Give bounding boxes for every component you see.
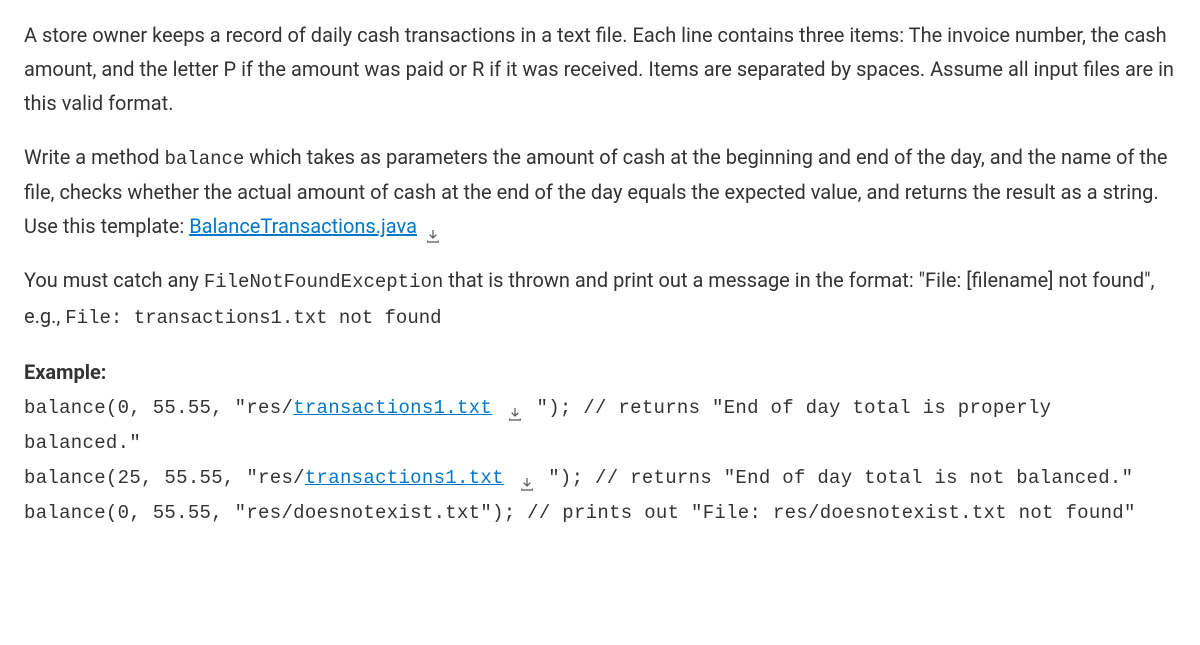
code-file-not-found-example: File: transactions1.txt not found — [65, 307, 441, 329]
paragraph-2: Write a method balance which takes as pa… — [24, 140, 1176, 243]
link-transactions1-txt[interactable]: transactions1.txt — [293, 397, 492, 419]
example-line-1: balance(0, 55.55, "res/transactions1.txt… — [24, 391, 1176, 461]
paragraph-1: A store owner keeps a record of daily ca… — [24, 18, 1176, 120]
text: balance(0, 55.55, "res/ — [24, 397, 293, 419]
link-transactions1-txt[interactable]: transactions1.txt — [305, 467, 504, 489]
download-icon[interactable] — [425, 220, 441, 236]
paragraph-3: You must catch any FileNotFoundException… — [24, 263, 1176, 334]
code-balance: balance — [164, 148, 244, 170]
example-block: Example: balance(0, 55.55, "res/transact… — [24, 354, 1176, 532]
example-line-3: balance(0, 55.55, "res/doesnotexist.txt"… — [24, 496, 1176, 531]
text: You must catch any — [24, 268, 204, 292]
example-line-2: balance(25, 55.55, "res/transactions1.tx… — [24, 461, 1176, 496]
text: Write a method — [24, 145, 164, 169]
text: balance(25, 55.55, "res/ — [24, 467, 305, 489]
text: "); // returns "End of day total is not … — [537, 467, 1134, 489]
link-balance-transactions-java[interactable]: BalanceTransactions.java — [189, 214, 417, 238]
download-icon[interactable] — [507, 400, 523, 416]
code-filenotfoundexception: FileNotFoundException — [204, 271, 443, 293]
download-icon[interactable] — [519, 470, 535, 486]
example-label: Example: — [24, 354, 1176, 391]
